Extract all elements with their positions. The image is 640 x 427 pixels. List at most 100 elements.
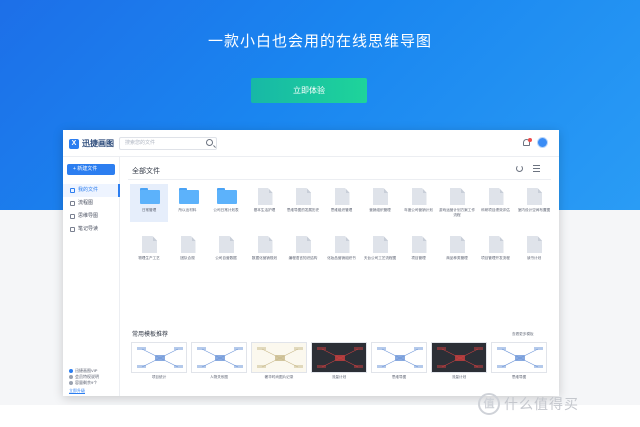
sidebar-item-label: 笔记导读 bbox=[78, 226, 99, 232]
app-logo[interactable]: X 迅捷画图 bbox=[69, 138, 114, 149]
watermark-text: 什么值得买 bbox=[504, 396, 579, 412]
watermark: 值 什么值得买 bbox=[478, 393, 579, 415]
template-name: 思维导图 bbox=[511, 375, 527, 379]
search-input[interactable]: 搜索您的文件 bbox=[119, 137, 217, 150]
document-icon bbox=[411, 188, 427, 205]
logo-icon: X bbox=[69, 138, 79, 149]
template-card[interactable]: 思维导图 bbox=[371, 342, 427, 381]
folder-item[interactable]: 所以出材料 bbox=[169, 184, 207, 222]
folder-item[interactable]: 日常管理 bbox=[130, 184, 168, 222]
document-icon bbox=[334, 236, 350, 253]
sidebar-item-flowchart[interactable]: 流程图 bbox=[63, 197, 120, 210]
mindmap-icon bbox=[70, 214, 75, 219]
file-name: 物理生产工艺 bbox=[138, 256, 160, 260]
document-icon bbox=[257, 236, 273, 253]
file-item[interactable]: 室内设计空间布置图 bbox=[515, 184, 553, 222]
file-name: 游戏运营计划方案工作流程 bbox=[439, 208, 475, 217]
file-item[interactable]: 营销组织管理 bbox=[361, 184, 399, 222]
new-file-button[interactable]: + 新建文件 bbox=[67, 164, 115, 175]
file-name: 公司自营数据 bbox=[215, 256, 237, 260]
file-item[interactable]: 物理生产工艺 bbox=[130, 232, 168, 270]
file-item[interactable]: 思维导图的发展历史 bbox=[284, 184, 322, 222]
search-icon[interactable] bbox=[206, 139, 213, 146]
main-panel: 全部文件 日常管理 所以出材料 公司日常计划表 基本生活护理 思维导图的发展历史 思维组织… bbox=[120, 157, 559, 396]
storage-icon bbox=[69, 381, 73, 385]
search-placeholder: 搜索您的文件 bbox=[125, 140, 156, 146]
file-name: 营销组织管理 bbox=[369, 208, 391, 212]
file-item[interactable]: 读书计划 bbox=[515, 232, 553, 270]
file-name: 读书计划 bbox=[526, 256, 542, 260]
templates-title: 常用模板推荐 bbox=[132, 332, 169, 338]
top-bar: X 迅捷画图 搜索您的文件 bbox=[63, 130, 559, 157]
vip-panel: 迅捷画图VIP 会员特权说明 容量剩余9个 立即升级 bbox=[69, 368, 99, 394]
file-name: 年度公司营销计划 bbox=[404, 208, 433, 212]
template-thumbnail bbox=[311, 342, 367, 373]
note-icon bbox=[70, 227, 75, 232]
file-name: 日常管理 bbox=[141, 208, 157, 212]
file-name: 室内设计空间布置图 bbox=[517, 208, 551, 212]
avatar[interactable] bbox=[537, 137, 548, 148]
document-icon bbox=[180, 236, 196, 253]
file-item[interactable]: 商品种类管理 bbox=[438, 232, 476, 270]
document-icon bbox=[527, 236, 542, 253]
template-card[interactable]: 思维导图 bbox=[491, 342, 547, 381]
document-icon bbox=[450, 188, 465, 205]
refresh-icon[interactable] bbox=[516, 165, 523, 172]
flowchart-icon bbox=[70, 201, 75, 206]
page-title: 全部文件 bbox=[132, 168, 160, 175]
template-card[interactable]: 流量计划 bbox=[431, 342, 487, 381]
file-name: 项目管理开发流程 bbox=[481, 256, 510, 260]
sidebar-item-label: 思维导图 bbox=[78, 213, 99, 219]
more-templates-link[interactable]: 查看更多模板 bbox=[512, 332, 534, 337]
template-thumbnail bbox=[191, 342, 247, 373]
sidebar-item-my-files[interactable]: 我的文件 bbox=[63, 184, 120, 197]
file-item[interactable]: 数据化营销规划 bbox=[246, 232, 284, 270]
template-card[interactable]: 奢华时尚图片记录 bbox=[251, 342, 307, 381]
file-name: 编程语言知识结构 bbox=[288, 256, 318, 260]
file-item[interactable]: 编程语言知识结构 bbox=[284, 232, 322, 270]
file-name: 商品种类管理 bbox=[446, 256, 468, 260]
template-name: 思维导图 bbox=[391, 375, 407, 379]
document-icon bbox=[142, 236, 157, 253]
document-icon bbox=[219, 236, 234, 253]
folder-icon bbox=[217, 188, 237, 204]
file-item[interactable]: 游戏运营计划方案工作流程 bbox=[438, 184, 476, 222]
folder-item[interactable]: 公司日常计划表 bbox=[207, 184, 245, 222]
file-name: 天台公司工艺流程图 bbox=[363, 256, 397, 260]
file-name: 数据化营销规划 bbox=[251, 256, 278, 260]
bell-icon[interactable] bbox=[522, 138, 532, 148]
file-name: 思维组织管理 bbox=[330, 208, 353, 212]
template-card[interactable]: 流量计划 bbox=[311, 342, 367, 381]
template-card[interactable]: 人物关系图 bbox=[191, 342, 247, 381]
document-icon bbox=[411, 236, 427, 253]
document-icon bbox=[450, 236, 465, 253]
template-thumbnail bbox=[251, 342, 307, 373]
file-item[interactable]: 基本生活护理 bbox=[246, 184, 284, 222]
file-item[interactable]: 年度公司营销计划 bbox=[400, 184, 438, 222]
sidebar-item-mindmap[interactable]: 思维导图 bbox=[63, 210, 120, 223]
file-name: 公司日常计划表 bbox=[213, 208, 239, 212]
file-item[interactable]: 化妆品营销组织书 bbox=[323, 232, 361, 270]
file-item[interactable]: 科研项目绩效评估 bbox=[477, 184, 515, 222]
sidebar: + 新建文件 我的文件 流程图 思维导图 笔记导读 迅捷画图VIP 会员特权说明… bbox=[63, 157, 120, 396]
file-name: 所以出材料 bbox=[178, 208, 197, 212]
template-name: 流量计划 bbox=[451, 375, 467, 379]
sidebar-item-label: 流程图 bbox=[78, 200, 94, 206]
file-item[interactable]: 团队合规 bbox=[169, 232, 207, 270]
file-name: 项目管理 bbox=[411, 256, 426, 260]
file-name: 思维导图的发展历史 bbox=[286, 208, 320, 212]
file-item[interactable]: 项目管理 bbox=[400, 232, 438, 270]
try-now-button[interactable]: 立即体验 bbox=[251, 78, 367, 103]
file-item[interactable]: 天台公司工艺流程图 bbox=[361, 232, 399, 270]
file-item[interactable]: 项目管理开发流程 bbox=[477, 232, 515, 270]
folder-icon bbox=[140, 188, 160, 204]
brand-name: 迅捷画图 bbox=[82, 139, 114, 148]
template-thumbnail bbox=[491, 342, 547, 373]
upgrade-link[interactable]: 立即升级 bbox=[69, 388, 99, 394]
view-toggle-icon[interactable] bbox=[533, 165, 540, 172]
document-icon bbox=[488, 188, 504, 205]
sidebar-item-notes[interactable]: 笔记导读 bbox=[63, 223, 120, 236]
file-item[interactable]: 公司自营数据 bbox=[207, 232, 245, 270]
file-item[interactable]: 思维组织管理 bbox=[323, 184, 361, 222]
template-card[interactable]: 项目统计 bbox=[131, 342, 187, 381]
